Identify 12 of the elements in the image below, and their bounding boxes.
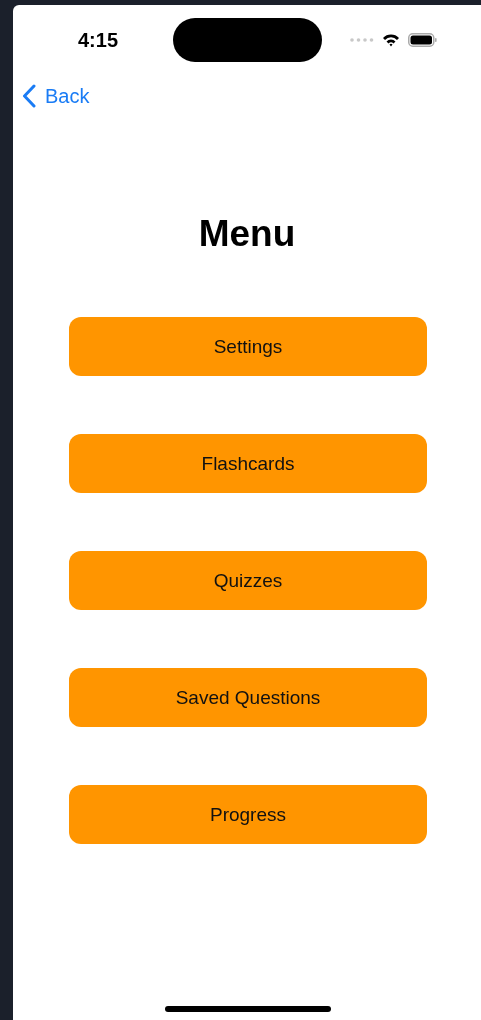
menu-button[interactable]: Settings xyxy=(69,317,427,376)
menu-button[interactable]: Flashcards xyxy=(69,434,427,493)
back-button[interactable]: Back xyxy=(22,84,90,108)
menu-button[interactable]: Progress xyxy=(69,785,427,844)
wifi-icon xyxy=(382,33,400,47)
page-title: Menu xyxy=(198,213,296,255)
battery-icon xyxy=(408,33,437,47)
menu-button[interactable]: Quizzes xyxy=(69,551,427,610)
signal-icon xyxy=(350,38,374,42)
status-time: 4:15 xyxy=(78,28,118,52)
menu-button[interactable]: Saved Questions xyxy=(69,668,427,727)
chevron-left-icon xyxy=(22,84,36,108)
